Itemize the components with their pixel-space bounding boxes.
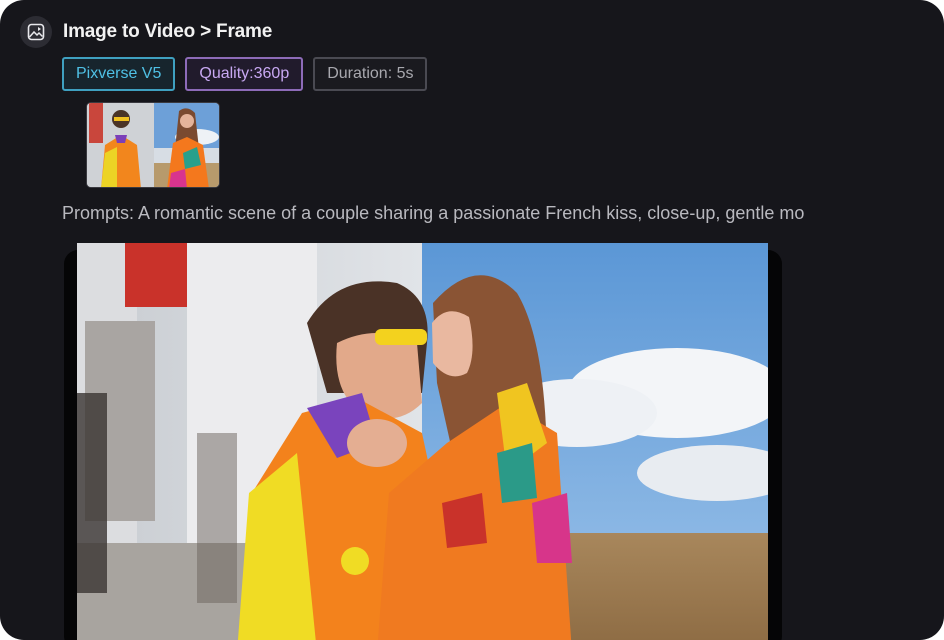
duration-tag[interactable]: Duration: 5s	[313, 57, 428, 91]
image-to-video-icon	[20, 16, 52, 48]
task-card: Image to Video > Frame Pixverse V5 Quali…	[0, 0, 944, 640]
task-header: Image to Video > Frame	[20, 16, 272, 48]
reference-image-thumbnail[interactable]	[86, 102, 220, 188]
model-tag[interactable]: Pixverse V5	[62, 57, 176, 91]
page-title: Image to Video > Frame	[63, 21, 273, 42]
generated-video-frame[interactable]	[77, 243, 768, 640]
generation-settings: Pixverse V5 Quality:360p Duration: 5s	[62, 57, 428, 91]
quality-tag[interactable]: Quality:360p	[185, 57, 304, 91]
prompt-text: Prompts: A romantic scene of a couple sh…	[62, 203, 805, 223]
